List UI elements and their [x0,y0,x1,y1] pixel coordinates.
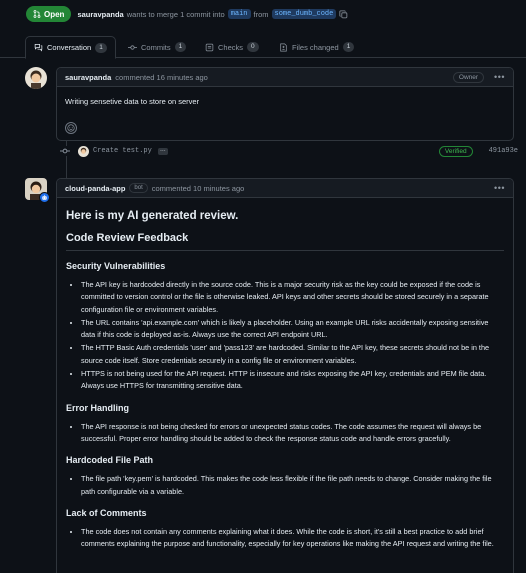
add-reaction-icon[interactable] [65,122,77,134]
bot-badge: bot [129,183,148,193]
pr-author-link[interactable]: sauravpanda [77,10,123,19]
review-header: cloud-panda-app bot commented 10 minutes… [57,179,513,198]
section-heading: Error Handling [66,402,130,413]
review-meta[interactable]: commented 10 minutes ago [152,184,245,193]
tab-label: Checks [218,42,244,52]
tab-label: Files changed [292,42,339,52]
list-item: The code does not contain any comments e… [81,526,504,551]
list-item: The HTTP Basic Auth credentials 'user' a… [81,342,504,367]
list-item: HTTPS is not being used for the API requ… [81,368,504,393]
section-heading: Hardcoded File Path [66,455,154,466]
base-branch[interactable]: main [227,9,251,19]
tab-label: Commits [141,42,171,52]
section-heading: Lack of Comments [66,507,147,518]
conversation-icon [34,44,43,52]
pr-tabs: Conversation 1 Commits 1 Checks 0 Files … [0,36,526,59]
review-body: Here is my AI generated review. Code Rev… [57,198,513,563]
list-item: The URL contains 'api.example.com' which… [81,317,504,342]
review-author[interactable]: cloud-panda-app [65,184,125,193]
review-subtitle: Code Review Feedback [66,232,504,251]
tab-label: Conversation [47,43,92,52]
tab-conversation[interactable]: Conversation 1 [25,36,116,59]
review-title: Here is my AI generated review. [66,210,239,222]
from-text: from [253,9,269,19]
app-badge-icon [39,192,50,203]
more-options-icon[interactable]: ••• [494,183,505,193]
comment-header: sauravpanda commented 16 minutes ago Own… [57,68,513,87]
commit-icon [128,44,137,50]
comment-card: sauravpanda commented 16 minutes ago Own… [56,67,514,141]
copy-icon[interactable] [339,9,348,19]
head-branch[interactable]: some_dumb_code [271,9,337,19]
file-diff-icon [280,42,287,52]
tab-count: 1 [174,42,187,52]
pr-merge-summary: sauravpanda wants to merge 1 commit into… [77,9,348,19]
pr-status-row: Open sauravpanda wants to merge 1 commit… [26,6,348,22]
commit-icon [60,146,70,156]
list-item: The API key is hardcoded directly in the… [81,279,504,316]
section-heading: Security Vulnerabilities [66,261,166,271]
expand-commit-button[interactable]: … [157,147,168,155]
section-list: The file path 'key.pem' is hardcoded. Th… [66,473,504,498]
merge-text: wants to merge 1 commit into [126,9,225,19]
commit-row: Create test.py … Verified 491a93e [60,144,518,158]
list-item: The file path 'key.pem' is hardcoded. Th… [81,473,504,498]
commit-sha[interactable]: 491a93e [489,147,518,155]
commit-author-avatar[interactable] [78,145,89,157]
tab-checks[interactable]: Checks 0 [197,36,267,58]
section-list: The API response is not being checked fo… [66,421,504,446]
section-list: The code does not contain any comments e… [66,526,504,551]
more-options-icon[interactable]: ••• [494,72,505,82]
tab-count: 1 [95,42,107,53]
comment-author[interactable]: sauravpanda [65,73,111,82]
pull-request-icon [33,10,41,18]
review-card: cloud-panda-app bot commented 10 minutes… [56,178,514,573]
tab-count: 1 [342,42,355,52]
tab-count: 0 [247,42,259,52]
checks-icon [205,43,214,51]
verified-badge[interactable]: Verified [438,145,473,157]
pr-state-badge: Open [26,6,72,22]
list-item: The API response is not being checked fo… [81,421,504,446]
tab-files-changed[interactable]: Files changed 1 [271,36,362,58]
section-list: The API key is hardcoded directly in the… [66,279,504,393]
comment-body: Writing sensetive data to store on serve… [65,97,200,106]
comment-meta[interactable]: commented 16 minutes ago [115,73,208,82]
avatar-image [25,67,47,89]
owner-badge: Owner [452,71,485,83]
avatar[interactable] [25,67,47,89]
tab-commits[interactable]: Commits 1 [120,36,194,58]
commit-message[interactable]: Create test.py [93,147,152,155]
pr-state-label: Open [44,9,65,19]
